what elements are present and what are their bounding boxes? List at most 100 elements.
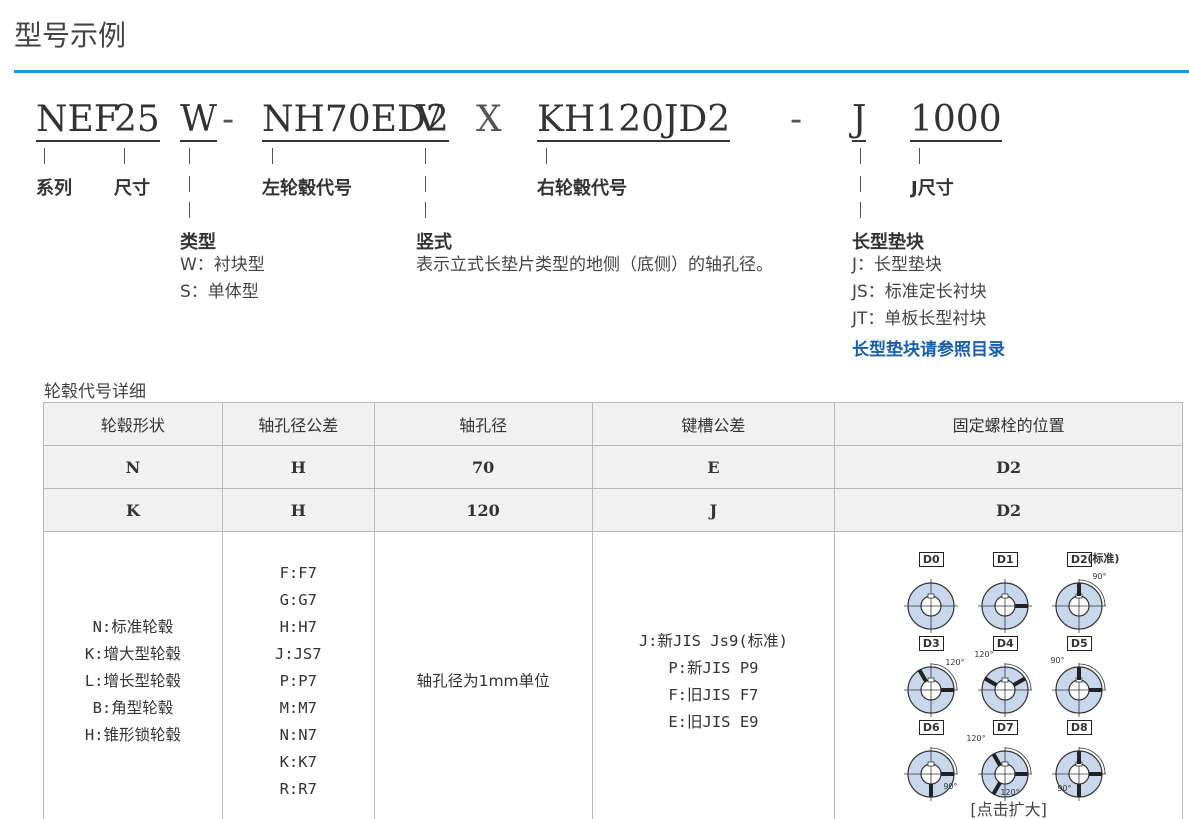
angle-label: 90°: [1092, 571, 1107, 581]
list-item: H:H7: [279, 618, 317, 636]
keyway: [927, 677, 935, 682]
code-dash-2: -: [790, 99, 803, 140]
spacer-option-js: JS：标准定长衬块: [852, 282, 987, 302]
keyway: [1001, 761, 1009, 766]
position-code-label: D0: [918, 551, 944, 567]
table-caption: 轮毂代号详细: [44, 382, 146, 402]
hub-cross-section-icon: [904, 578, 959, 633]
position-code-label: D6: [918, 719, 944, 735]
list-item: J:JS7: [274, 645, 322, 663]
angle-label: 120°: [966, 733, 986, 743]
code-spacer: J: [852, 99, 867, 142]
leader-line: [860, 148, 861, 164]
header-hub-shape: 轮毂形状: [43, 402, 223, 446]
code-size: 25: [114, 99, 160, 142]
type-options: W：衬块型 S：单体型: [180, 252, 265, 306]
label-size: 尺寸: [114, 178, 150, 199]
table-row: N H 70 E D2: [43, 445, 1183, 489]
code-right-hub: KH120JD2: [537, 99, 731, 142]
page-title: 型号示例: [14, 19, 127, 52]
leader-line: [919, 148, 920, 164]
cell-keyway-tolerance: J: [591, 488, 836, 532]
label-left-hub: 左轮毂代号: [262, 178, 352, 199]
list-item: J:新JIS Js9(标准): [638, 631, 788, 650]
keyway: [1001, 677, 1009, 682]
cell-keyway-tolerance: E: [591, 445, 836, 489]
list-item: H:锥形锁轮毂: [84, 726, 181, 744]
list-item: F:F7: [279, 564, 317, 582]
label-right-hub: 右轮毂代号: [537, 178, 627, 199]
label-vertical: 竖式: [416, 232, 452, 253]
keyway: [1001, 593, 1009, 598]
tolerance-list: F:F7 G:G7 H:H7 J:JS7 P:P7 M:M7 N:N7 K:K7…: [221, 531, 375, 819]
leader-line: [546, 148, 547, 164]
leader-line: [44, 148, 45, 164]
keyway: [927, 761, 935, 766]
header-keyway-tolerance: 键槽公差: [591, 402, 836, 446]
list-item: F:旧JIS F7: [668, 685, 759, 704]
label-series: 系列: [36, 178, 72, 199]
enlarge-link[interactable]: [点击扩大]: [835, 796, 1182, 819]
spacer-options: J：长型垫块 JS：标准定长衬块 JT：单板长型衬块: [852, 252, 987, 333]
code-series: NEF: [36, 99, 119, 142]
leader-line: [860, 202, 861, 218]
header-bore: 轴孔径: [373, 402, 593, 446]
list-item: K:K7: [279, 753, 317, 771]
hub-code-table: 轮毂形状 轴孔径公差 轴孔径 键槽公差 固定螺栓的位置 N H 70 E D2 …: [43, 402, 1183, 819]
angle-label: 120°: [974, 649, 994, 659]
list-item: N:标准轮毂: [92, 618, 174, 636]
list-item: B:角型轮毂: [92, 699, 174, 717]
leader-line: [189, 148, 190, 164]
bore-note: 轴孔径为1mm单位: [373, 531, 593, 819]
list-item: M:M7: [279, 699, 317, 717]
cell-bolt-position: D2: [834, 445, 1183, 489]
type-option-s: S：单体型: [180, 282, 259, 302]
position-code-label: D8: [1066, 719, 1092, 735]
list-item: E:旧JIS E9: [668, 712, 759, 731]
hub-shape-list: N:标准轮毂 K:增大型轮毂 L:增长型轮毂 B:角型轮毂 H:锥形锁轮毂: [43, 531, 223, 819]
position-code-label: D3: [918, 635, 944, 651]
list-item: P:新JIS P9: [668, 658, 759, 677]
cell-bore: 120: [373, 488, 593, 532]
bolt-position-diagram[interactable]: D0 D1 D2 D3 D4 D5 D6 D7 D8 (标准) 90° 120° 120° 90° 90° 1…: [834, 531, 1183, 819]
position-code-label: D4: [992, 635, 1018, 651]
bolt-position-d0: D0: [901, 545, 961, 634]
spacer-option-j: J：长型垫块: [852, 255, 943, 275]
leader-line: [425, 176, 426, 192]
leader-line: [124, 148, 125, 164]
cell-hub-shape: K: [43, 488, 223, 532]
header-bolt-position: 固定螺栓的位置: [834, 402, 1183, 446]
cell-bolt-position: D2: [834, 488, 1183, 532]
cell-hub-shape: N: [43, 445, 223, 489]
leader-line: [425, 202, 426, 218]
table-detail-row: N:标准轮毂 K:增大型轮毂 L:增长型轮毂 B:角型轮毂 H:锥形锁轮毂 F:…: [43, 531, 1183, 819]
vertical-description: 表示立式长垫片类型的地侧（底侧）的轴孔径。: [416, 255, 773, 275]
code-x: X: [476, 99, 502, 140]
label-spacer: 长型垫块: [852, 232, 924, 253]
list-item: L:增长型轮毂: [84, 672, 181, 690]
position-code-label: D1: [992, 551, 1018, 567]
list-item: P:P7: [279, 672, 317, 690]
code-type: W: [180, 99, 218, 142]
cell-bore-tolerance: H: [221, 488, 375, 532]
bolt-position-grid[interactable]: D0 D1 D2 D3 D4 D5 D6 D7 D8 (标准) 90° 120° 120° 90° 90° 1…: [835, 537, 1182, 819]
list-item: N:N7: [279, 726, 317, 744]
list-item: G:G7: [279, 591, 317, 609]
code-j-size: 1000: [910, 99, 1002, 142]
keyway-list: J:新JIS Js9(标准) P:新JIS P9 F:旧JIS F7 E:旧JI…: [591, 531, 836, 819]
leader-line: [425, 148, 426, 164]
header-bore-tolerance: 轴孔径公差: [221, 402, 375, 446]
spacer-catalog-link[interactable]: 长型垫块请参照目录: [852, 335, 1005, 360]
list-item: R:R7: [279, 780, 317, 798]
hub-cross-section-icon: [978, 578, 1033, 633]
position-code-label: D7: [992, 719, 1018, 735]
table-header-row: 轮毂形状 轴孔径公差 轴孔径 键槽公差 固定螺栓的位置: [43, 402, 1183, 446]
angle-label: 120°: [945, 657, 965, 667]
cell-bore: 70: [373, 445, 593, 489]
label-j-size: J尺寸: [911, 178, 954, 199]
title-divider: [14, 70, 1189, 73]
leader-line: [272, 148, 273, 164]
cell-bore-tolerance: H: [221, 445, 375, 489]
leader-line: [189, 176, 190, 192]
bolt-position-d1: D1: [975, 545, 1035, 634]
